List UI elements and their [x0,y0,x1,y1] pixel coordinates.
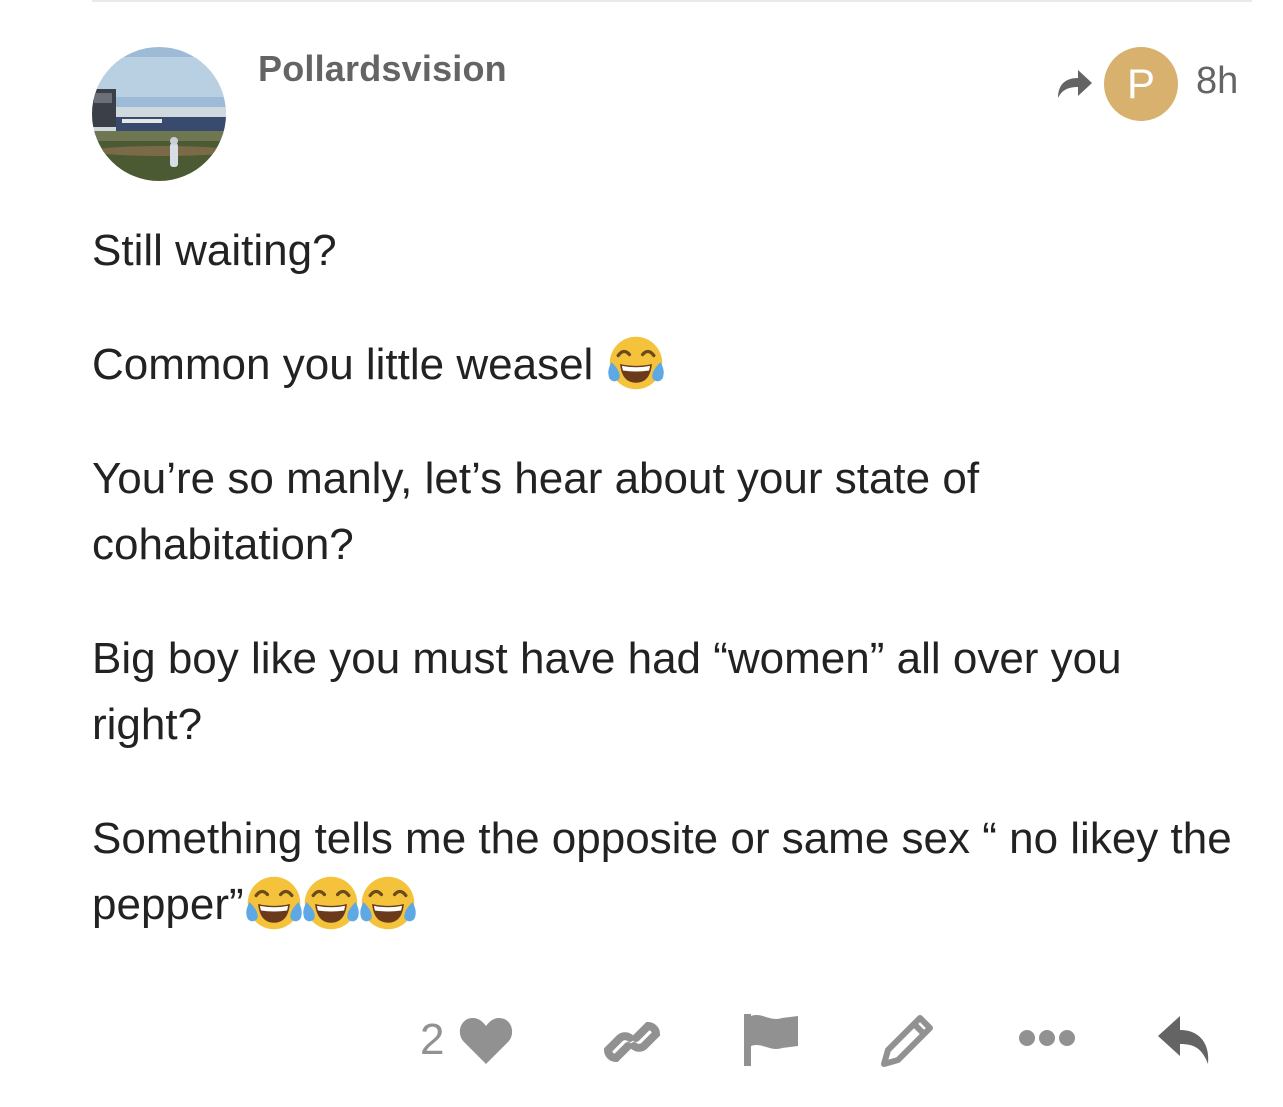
like-count[interactable]: 2 [420,1010,444,1070]
paragraph-text: Still waiting? [92,226,337,275]
like-button[interactable]: 2 [420,1010,514,1070]
face-with-tears-of-joy-icon [358,873,418,933]
reply-to-indicator[interactable]: P [1054,45,1178,123]
post-content: Still waiting? Common you little weasel … [92,218,1242,986]
avatar[interactable] [92,47,226,181]
face-with-tears-of-joy-icon [301,873,361,933]
paragraph-text: Big boy like you must have had “women” a… [92,634,1122,749]
edit-button[interactable] [880,1010,938,1068]
link-icon [604,1021,660,1063]
paragraph-text: You’re so manly, let’s hear about your s… [92,454,980,569]
reply-to-avatar[interactable]: P [1104,47,1178,121]
flag-button[interactable] [742,1012,800,1068]
ellipsis-icon [1019,1030,1075,1046]
post-age[interactable]: 8h [1196,60,1238,103]
reply-button[interactable] [1156,1012,1214,1068]
post-paragraph: Big boy like you must have had “women” a… [92,626,1242,758]
post-paragraph: You’re so manly, let’s hear about your s… [92,446,1242,578]
post-actions: 2 [0,1010,1283,1070]
heart-icon [460,1018,513,1064]
face-with-tears-of-joy-icon [606,333,666,393]
more-actions-button[interactable] [1018,1028,1076,1048]
post-paragraph: Still waiting? [92,218,1242,284]
pencil-icon [881,1015,933,1067]
username[interactable]: Pollardsvision [258,48,507,90]
face-with-tears-of-joy-icon [244,873,304,933]
reply-icon [1158,1016,1209,1064]
paragraph-text: Common you little weasel [92,340,594,389]
copy-link-button[interactable] [604,1014,660,1070]
share-arrow-icon [1058,70,1092,98]
post-paragraph: Common you little weasel [92,332,1242,398]
top-divider [92,0,1252,2]
post-paragraph: Something tells me the opposite or same … [92,806,1242,938]
flag-icon [744,1014,798,1066]
